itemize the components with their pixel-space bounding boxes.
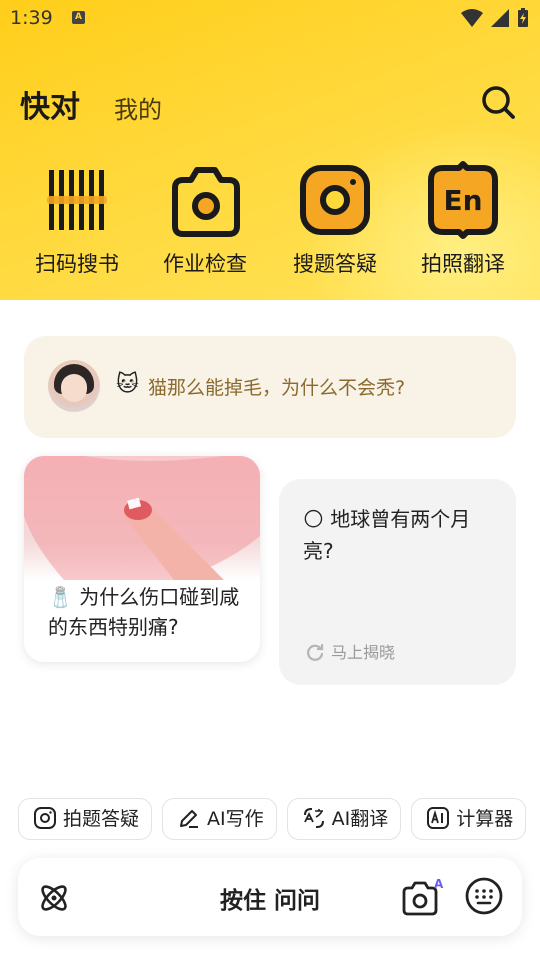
card-text: 🌕 地球曾有两个月亮? (303, 503, 499, 567)
voice-input-bar: 按住 问问 AI (18, 858, 522, 936)
finger-illustration (24, 456, 260, 580)
battery-icon (518, 8, 528, 27)
card-text: 🧂 为什么伤口碰到咸的东西特别痛? (48, 582, 248, 642)
tool-search-question[interactable]: 搜题答疑 (280, 160, 390, 278)
refresh-icon (307, 643, 324, 661)
cat-emoji-icon: 🐱 (116, 372, 139, 397)
reveal-label: 马上揭晓 (331, 643, 396, 662)
barcode-icon (47, 170, 107, 230)
chip-ai-translate[interactable]: AI翻译 (286, 798, 402, 840)
finger-illustration-svg (24, 456, 260, 580)
status-icons (460, 8, 530, 28)
notification-badge: A (72, 11, 85, 24)
tool-label: 作业检查 (163, 252, 247, 276)
camera-square-icon (300, 165, 370, 235)
translate-icon (303, 808, 324, 828)
tool-scan-book[interactable]: 扫码搜书 (22, 160, 132, 278)
wifi-icon (460, 9, 483, 27)
promo-text: 猫那么能掉毛，为什么不会秃? (148, 377, 406, 399)
chip-ai-writing[interactable]: AI写作 (162, 798, 277, 840)
search-icon[interactable] (480, 84, 516, 120)
moon-emoji-icon: 🌕 (303, 507, 324, 531)
question-card-moon[interactable]: 🌕 地球曾有两个月亮? 马上揭晓 (279, 479, 516, 685)
chip-label: AI写作 (207, 808, 264, 830)
chip-calculator[interactable]: 计算器 (411, 798, 527, 840)
signal-icon (490, 9, 509, 27)
avatar-face (61, 374, 87, 402)
question-card-wound[interactable]: 🧂 为什么伤口碰到咸的东西特别痛? (24, 456, 260, 662)
avatar (48, 360, 100, 412)
ai-camera-icon[interactable]: AI (400, 876, 444, 916)
tool-grid: 扫码搜书 作业检查 搜题答疑 En 拍照翻译 (0, 160, 540, 290)
salt-emoji-icon: 🧂 (48, 585, 73, 609)
pen-icon (180, 810, 199, 828)
en-translate-icon: En (428, 161, 498, 239)
tool-label: 扫码搜书 (35, 252, 119, 276)
promo-question-bubble[interactable]: 🐱 猫那么能掉毛，为什么不会秃? (24, 336, 516, 438)
tool-label: 搜题答疑 (293, 252, 377, 276)
camera-icon (172, 167, 240, 237)
status-bar: 1:39 A (0, 0, 540, 36)
chip-label: AI翻译 (331, 808, 389, 830)
reveal-button[interactable]: 马上揭晓 (305, 639, 395, 663)
ai-calculator-icon (427, 807, 450, 829)
keyboard-icon[interactable] (464, 876, 504, 916)
chip-label: 计算器 (456, 808, 514, 830)
chip-label: 拍题答疑 (63, 808, 140, 830)
quick-action-chips: 拍题答疑 AI写作 AI翻译 计算器 (18, 798, 540, 840)
chip-photo-question[interactable]: 拍题答疑 (18, 798, 153, 840)
hold-to-ask-button[interactable]: 按住 问问 (18, 881, 522, 915)
camera-square-icon (34, 807, 56, 829)
tab-mine[interactable]: 我的 (114, 90, 162, 125)
status-time: 1:39 (10, 7, 53, 29)
top-navigation: 快对 我的 (0, 80, 540, 130)
tab-kuaidui[interactable]: 快对 (20, 82, 80, 126)
tool-label: 拍照翻译 (421, 252, 505, 276)
tool-photo-translate[interactable]: En 拍照翻译 (408, 160, 518, 278)
card-question: 为什么伤口碰到咸的东西特别痛? (48, 585, 240, 639)
ai-badge: AI (434, 877, 444, 891)
tool-homework-check[interactable]: 作业检查 (150, 160, 260, 278)
card-question: 地球曾有两个月亮? (303, 507, 471, 563)
svg-text:En: En (443, 184, 482, 217)
